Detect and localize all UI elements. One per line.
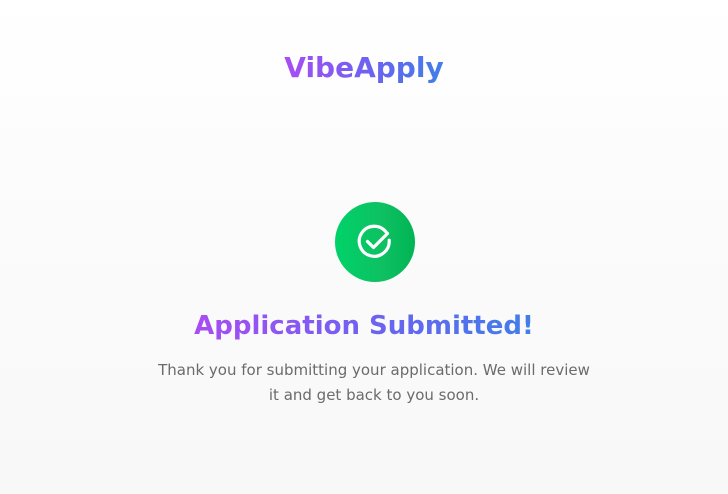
confirmation-title: Application Submitted! bbox=[0, 306, 728, 346]
brand-logo: VibeApply bbox=[0, 49, 728, 87]
submission-confirmation-page: VibeApply Application Submitted! Thank y… bbox=[0, 0, 728, 494]
check-circle-icon bbox=[357, 224, 391, 258]
confirmation-message: Thank you for submitting your applicatio… bbox=[158, 361, 590, 404]
brand-name: VibeApply bbox=[284, 51, 444, 84]
success-badge bbox=[335, 202, 415, 282]
confirmation-title-text: Application Submitted! bbox=[194, 311, 534, 341]
